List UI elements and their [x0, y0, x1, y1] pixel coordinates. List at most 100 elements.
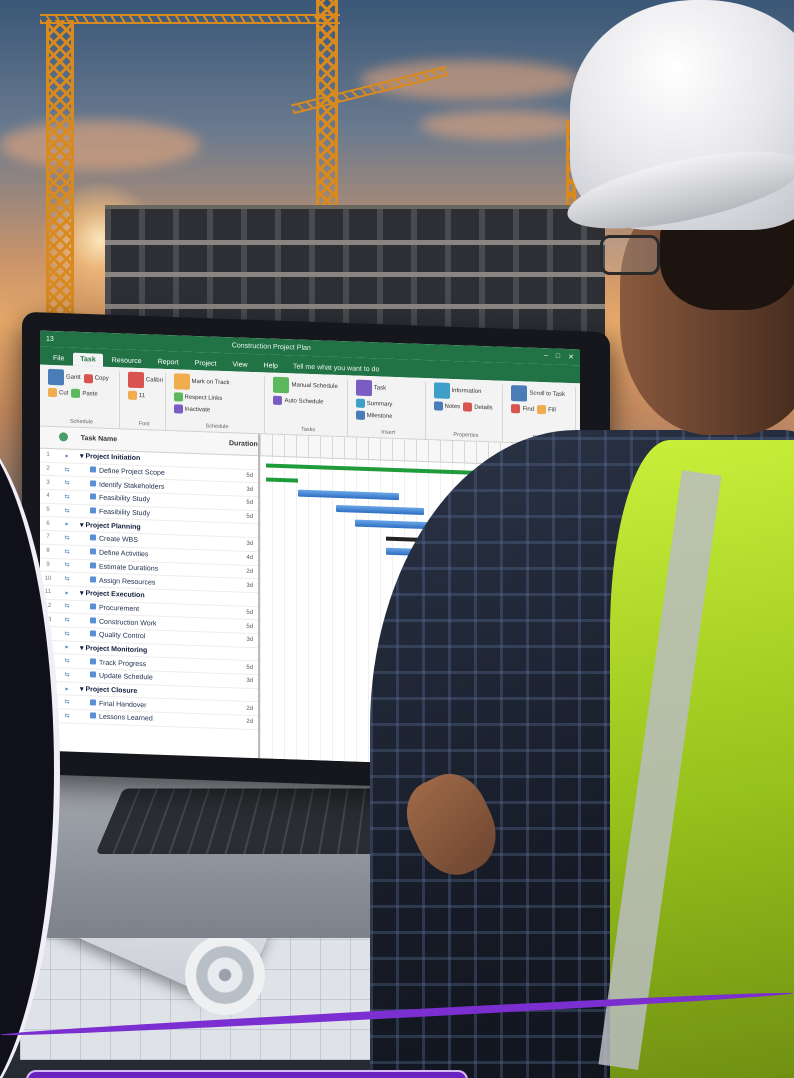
task-mode-icon: ⇆ — [64, 617, 70, 624]
ribbon-button[interactable]: Task — [355, 379, 387, 397]
ribbon-button[interactable]: Cut — [48, 387, 68, 398]
row-num-header — [40, 437, 56, 438]
ribbon-button-label: Manual Schedule — [291, 382, 338, 390]
duration-cell[interactable] — [228, 598, 256, 599]
cloud — [0, 120, 200, 170]
tab-resource[interactable]: Resource — [105, 354, 149, 369]
ribbon-button[interactable]: Manual Schedule — [273, 376, 338, 395]
ribbon-group-4: Task Summary Milestone Insert — [351, 379, 426, 440]
task-name-text: Create WBS — [99, 536, 138, 545]
task-icon — [90, 657, 96, 665]
ribbon-group-items: Calibri 11 — [127, 371, 163, 401]
task-icon — [90, 493, 96, 500]
duration-cell[interactable] — [228, 694, 256, 695]
tab-help[interactable]: Help — [257, 359, 285, 373]
tower-crane-center — [316, 0, 338, 220]
task-icon — [90, 630, 96, 637]
task-mode-icon: ▸ — [65, 590, 69, 597]
ribbon-button[interactable]: Copy — [83, 370, 109, 387]
task-name-text: Final Handover — [99, 700, 147, 710]
maximize-icon[interactable]: □ — [556, 353, 560, 361]
ribbon-command-icon — [173, 404, 183, 414]
ribbon-button[interactable]: Respect Links — [173, 392, 222, 403]
duration-cell[interactable]: 5d — [228, 623, 256, 630]
duration-cell[interactable]: 3d — [228, 486, 256, 493]
ribbon-button[interactable]: Details — [463, 402, 493, 412]
tab-view[interactable]: View — [226, 358, 255, 372]
ribbon-group-2: Mark on Track Respect Links Inactivate Sche… — [169, 373, 266, 434]
ribbon-command-icon — [537, 404, 547, 415]
task-icon — [90, 671, 96, 678]
ribbon-group-items: Information Notes Details — [433, 382, 499, 412]
task-name-header[interactable]: Task Name — [78, 435, 226, 447]
minimize-icon[interactable]: – — [544, 352, 548, 360]
duration-cell[interactable]: 2d — [228, 719, 256, 726]
duration-cell[interactable]: 3d — [228, 636, 256, 643]
row-number: 7 — [46, 534, 50, 541]
ribbon-group-1: Calibri 11 Font — [123, 371, 166, 430]
ribbon-button-label: Notes — [444, 403, 461, 410]
tab-file[interactable]: File — [46, 352, 71, 366]
close-icon[interactable]: ✕ — [568, 353, 574, 361]
ribbon-command-icon — [355, 379, 372, 397]
ribbon-button[interactable]: 11 — [127, 390, 146, 401]
tab-project[interactable]: Project — [188, 357, 224, 371]
ribbon-button[interactable]: Notes — [433, 401, 461, 411]
ribbon-command-icon — [511, 385, 528, 402]
ribbon-command-icon — [511, 404, 521, 414]
task-icon — [90, 534, 96, 541]
ribbon-group-0: Gantt Copy Cut Paste Schedule — [44, 368, 120, 429]
task-mode-icon: ▸ — [65, 453, 69, 460]
construction-scene: 13 Construction Project Plan – □ ✕ File … — [0, 0, 794, 1078]
task-icon — [90, 699, 96, 706]
task-mode-icon: ⇆ — [64, 631, 70, 638]
task-name-cell[interactable]: Lessons Learned — [78, 712, 228, 725]
task-name-text: Project Initiation — [85, 453, 141, 463]
duration-cell[interactable]: 3d — [228, 677, 256, 684]
duration-cell[interactable]: 3d — [228, 582, 256, 589]
duration-cell[interactable]: 5d — [228, 664, 256, 671]
ribbon-button-label: 11 — [138, 392, 146, 399]
row-number: 4 — [46, 493, 50, 500]
ribbon-button[interactable]: Summary — [355, 398, 392, 409]
task-mode-icon: ⇆ — [64, 713, 70, 720]
duration-cell[interactable]: 2d — [228, 568, 256, 575]
duration-cell[interactable]: 5d — [228, 513, 256, 520]
duration-cell[interactable]: 4d — [228, 554, 256, 561]
task-mode-icon: ⇆ — [64, 699, 70, 706]
duration-cell[interactable]: 5d — [228, 472, 256, 479]
task-mode-icon — [58, 432, 68, 442]
task-icon — [90, 562, 96, 569]
ribbon-button[interactable]: Milestone — [355, 410, 392, 421]
ribbon-button[interactable]: Find — [511, 404, 534, 414]
task-mode-icon: ▸ — [65, 644, 69, 652]
ribbon-button[interactable]: Inactivate — [173, 404, 210, 414]
ribbon-button[interactable]: Gantt — [48, 368, 81, 386]
ribbon-command-icon — [433, 401, 443, 411]
duration-cell[interactable] — [228, 653, 256, 654]
ribbon-group-label: Font — [138, 421, 150, 428]
duration-cell[interactable]: 3d — [228, 541, 256, 548]
duration-cell[interactable] — [228, 461, 256, 462]
ribbon-button[interactable]: Scroll to Task — [511, 385, 565, 403]
ribbon-button[interactable]: Calibri — [127, 371, 163, 389]
tab-task[interactable]: Task — [73, 352, 103, 367]
duration-cell[interactable] — [228, 530, 256, 531]
duration-cell[interactable]: 5d — [228, 609, 256, 616]
ribbon-command-icon — [273, 395, 283, 406]
ribbon-button[interactable]: Paste — [71, 388, 98, 399]
ribbon-button[interactable]: Fill — [537, 404, 556, 415]
task-mode-header[interactable] — [56, 432, 78, 444]
task-name-text: Project Planning — [85, 521, 141, 531]
ribbon-button[interactable]: Mark on Track — [173, 373, 230, 391]
ribbon-button-label: Task — [373, 385, 387, 392]
duration-header[interactable]: Duration — [226, 440, 258, 448]
duration-cell[interactable]: 2d — [228, 705, 256, 712]
ribbon-button[interactable]: Information — [433, 382, 482, 400]
task-mode-icon: ⇆ — [64, 494, 70, 501]
ribbon-button[interactable]: Auto Schedule — [273, 395, 324, 407]
duration-cell[interactable]: 5d — [228, 500, 256, 507]
task-mode-icon: ⇆ — [64, 603, 70, 611]
row-number: 8 — [46, 547, 50, 555]
tab-report[interactable]: Report — [151, 355, 186, 369]
